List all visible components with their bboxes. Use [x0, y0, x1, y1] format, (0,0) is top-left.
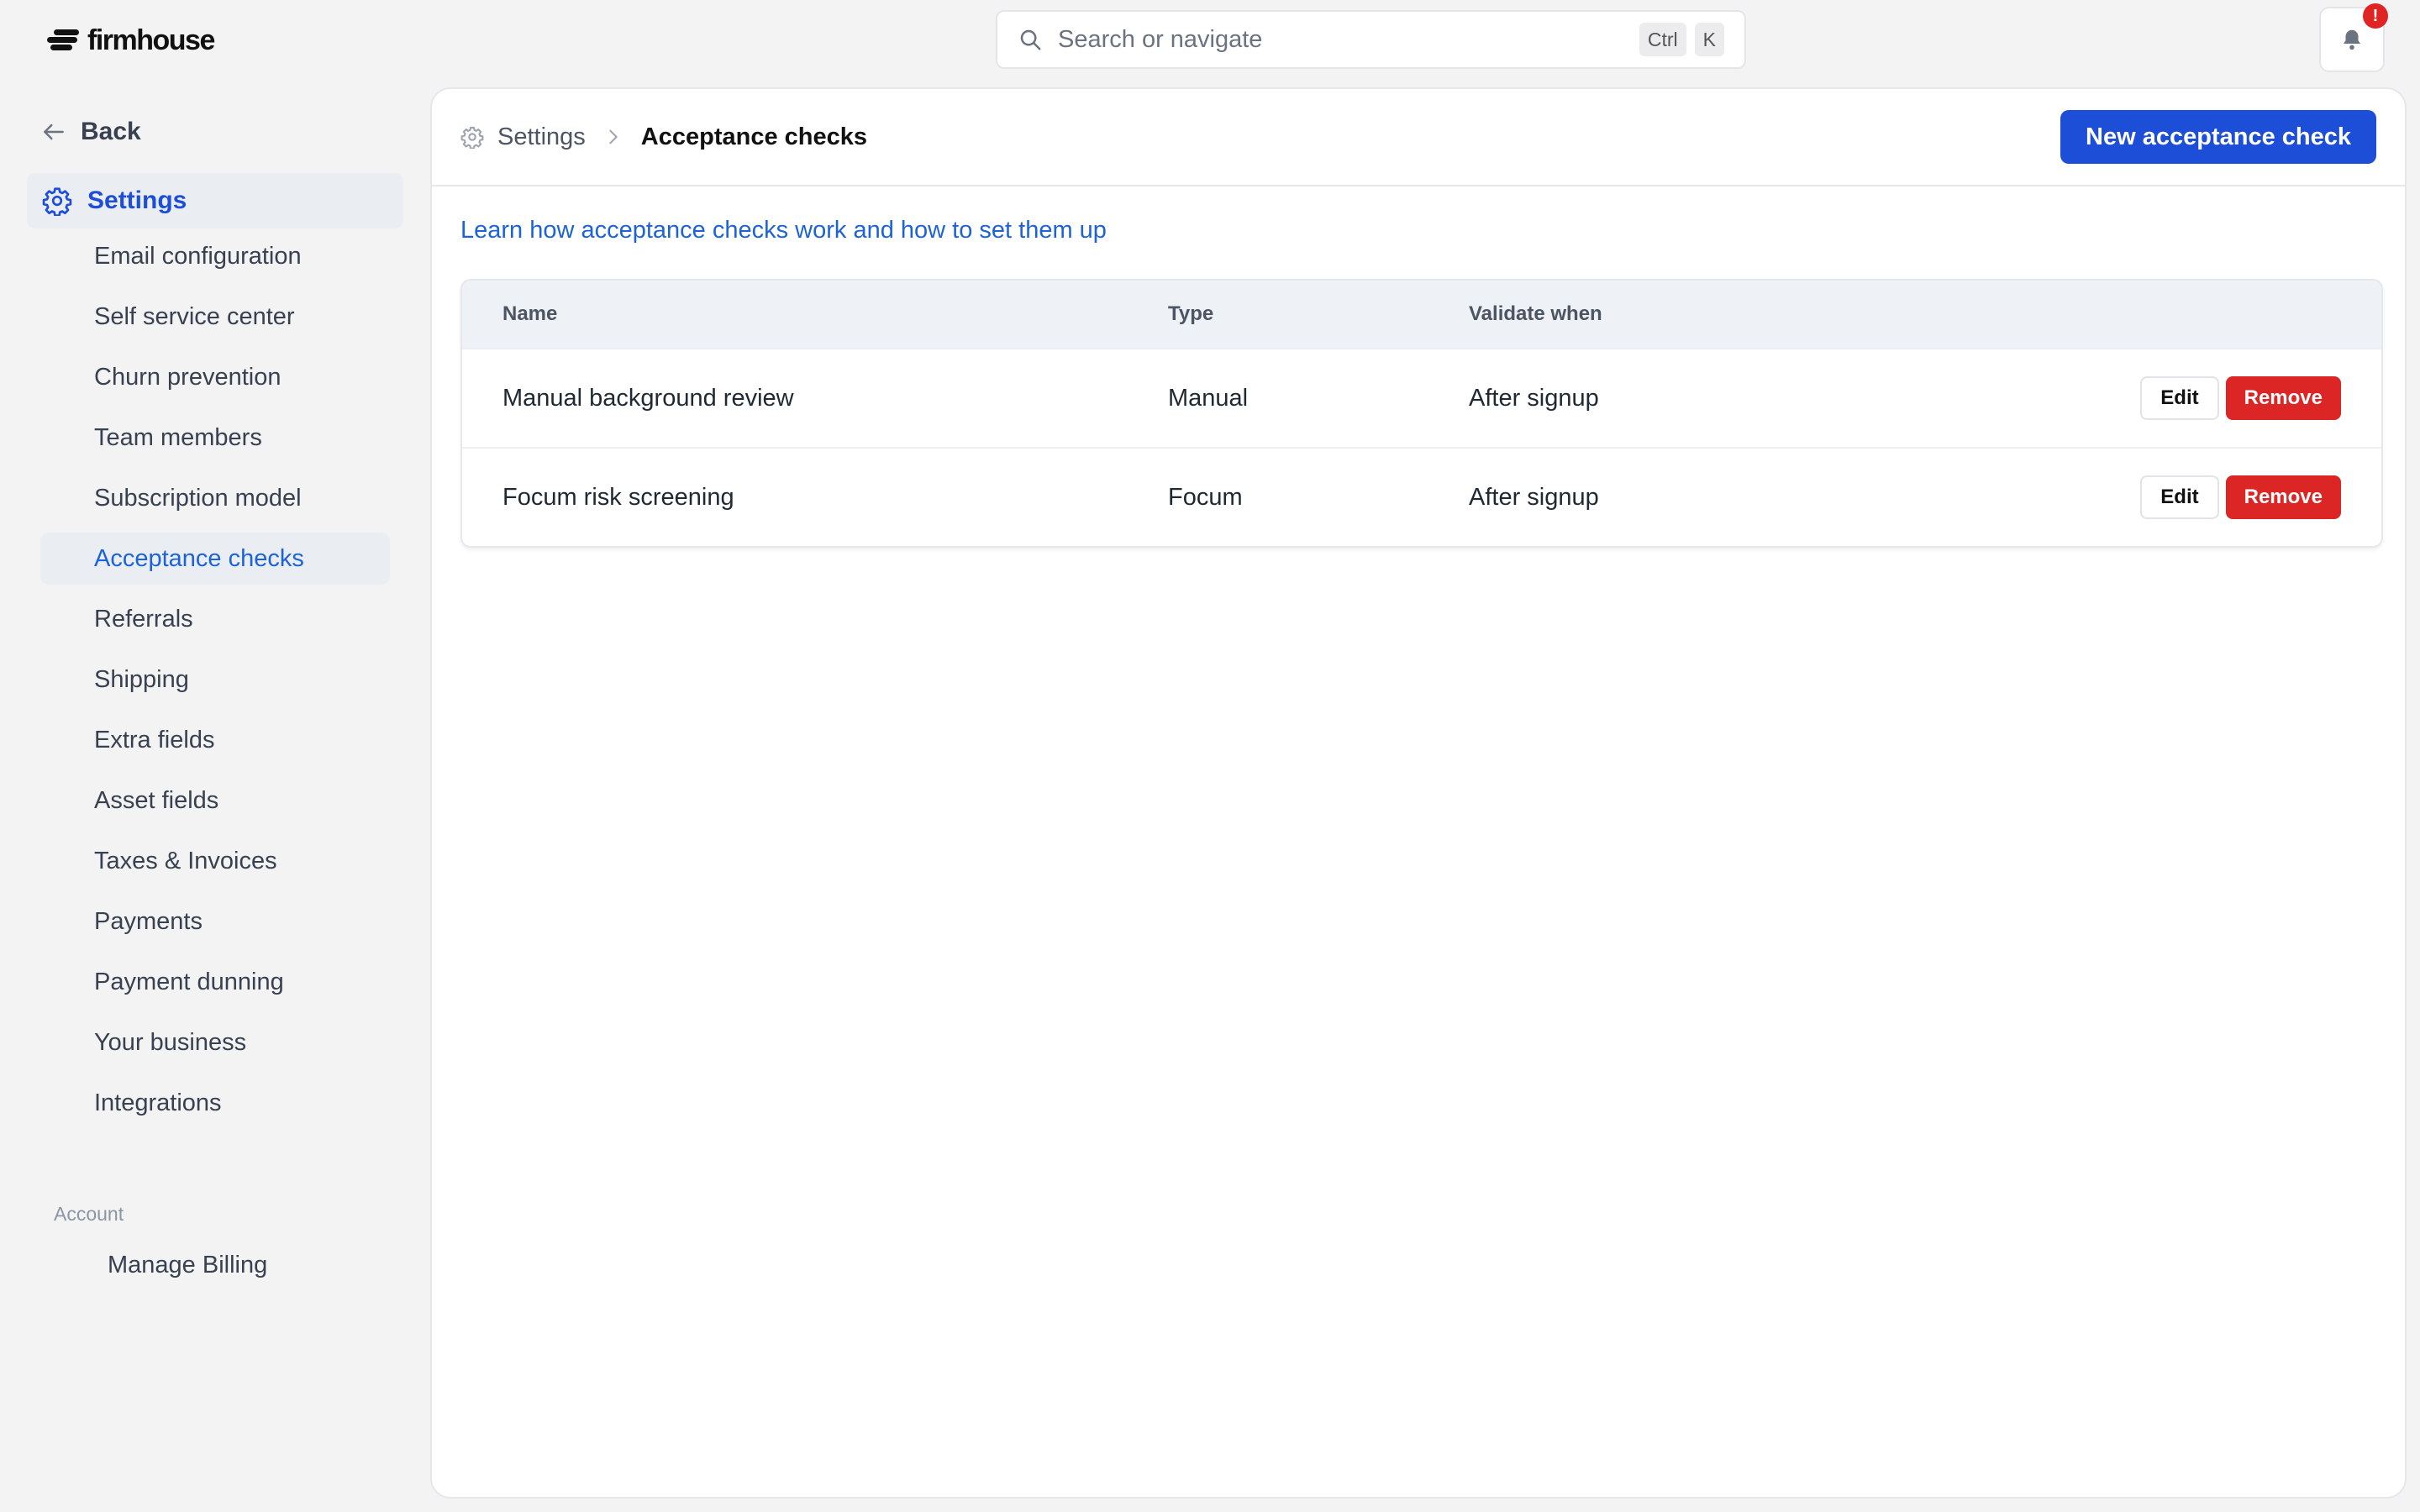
shortcut-ctrl-key: Ctrl — [1639, 23, 1686, 56]
check-name: Focum risk screening — [502, 483, 734, 511]
check-type: Focum — [1168, 483, 1243, 511]
row-actions: Edit Remove — [1973, 376, 2381, 420]
arrow-left-icon — [44, 123, 64, 140]
sidebar-item-your-business[interactable]: Your business — [40, 1016, 390, 1068]
sidebar-item-payment-dunning[interactable]: Payment dunning — [40, 956, 390, 1008]
column-header-type: Type — [1168, 302, 1214, 325]
sidebar-item-asset-fields[interactable]: Asset fields — [40, 774, 390, 827]
settings-label: Settings — [87, 186, 187, 214]
table-row: Focum risk screening Focum After signup … — [462, 447, 2381, 546]
sidebar-item-integrations[interactable]: Integrations — [40, 1077, 390, 1129]
column-header-name: Name — [502, 302, 558, 325]
table-row: Manual background review Manual After si… — [462, 348, 2381, 447]
sidebar-item-team-members[interactable]: Team members — [40, 412, 390, 464]
table-header: Name Type Validate when — [462, 281, 2381, 348]
page-title: Acceptance checks — [640, 123, 868, 150]
gear-icon — [42, 187, 72, 216]
remove-button[interactable]: Remove — [2225, 475, 2341, 519]
notification-badge: ! — [2363, 3, 2388, 29]
sidebar-item-manage-billing[interactable]: Manage Billing — [108, 1252, 267, 1279]
back-label: Back — [81, 118, 141, 145]
sidebar-item-shipping[interactable]: Shipping — [40, 654, 390, 706]
sidebar-item-payments[interactable]: Payments — [40, 895, 390, 948]
gear-icon — [460, 126, 484, 149]
account-section-label: Account — [54, 1203, 124, 1225]
search-placeholder: Search or navigate — [1058, 25, 1263, 53]
sidebar-item-email-configuration[interactable]: Email configuration — [40, 230, 390, 282]
firmhouse-logo-icon — [47, 28, 81, 53]
notifications-button[interactable]: ! — [2319, 3, 2388, 72]
new-acceptance-check-button[interactable]: New acceptance check — [2060, 110, 2376, 164]
sidebar-item-taxes-invoices[interactable]: Taxes & Invoices — [40, 835, 390, 887]
edit-button[interactable]: Edit — [2140, 475, 2219, 519]
brand-logo[interactable]: firmhouse — [47, 24, 215, 57]
chevron-right-icon — [609, 129, 618, 144]
page-header: Settings Acceptance checks New acceptanc… — [432, 89, 2405, 186]
sidebar-item-settings[interactable]: Settings — [27, 173, 403, 228]
back-link[interactable]: Back — [40, 118, 141, 146]
sidebar-item-self-service-center[interactable]: Self service center — [40, 291, 390, 343]
settings-nav: Email configuration Self service center … — [40, 230, 390, 1137]
bell-icon — [2344, 29, 2360, 50]
remove-button[interactable]: Remove — [2225, 376, 2341, 420]
check-validate-when: After signup — [1469, 384, 1599, 412]
column-header-validate-when: Validate when — [1469, 302, 1602, 325]
acceptance-checks-table: Name Type Validate when Manual backgroun… — [460, 279, 2383, 548]
learn-more-link[interactable]: Learn how acceptance checks work and how… — [460, 217, 1107, 244]
brand-name: firmhouse — [87, 24, 215, 56]
edit-button[interactable]: Edit — [2140, 376, 2219, 420]
main-panel: Settings Acceptance checks New acceptanc… — [430, 87, 2407, 1499]
breadcrumb-settings[interactable]: Settings — [497, 123, 586, 151]
sidebar-item-churn-prevention[interactable]: Churn prevention — [40, 351, 390, 403]
sidebar-item-acceptance-checks[interactable]: Acceptance checks — [40, 533, 390, 585]
check-name: Manual background review — [502, 384, 794, 412]
shortcut-k-key: K — [1694, 23, 1724, 56]
search-icon — [1020, 29, 1041, 50]
sidebar-item-extra-fields[interactable]: Extra fields — [40, 714, 390, 766]
check-validate-when: After signup — [1469, 483, 1599, 511]
search-bar[interactable]: Search or navigate Ctrl K — [996, 10, 1746, 69]
sidebar-item-subscription-model[interactable]: Subscription model — [40, 472, 390, 524]
row-actions: Edit Remove — [1973, 475, 2381, 519]
check-type: Manual — [1168, 384, 1249, 412]
sidebar-item-referrals[interactable]: Referrals — [40, 593, 390, 645]
